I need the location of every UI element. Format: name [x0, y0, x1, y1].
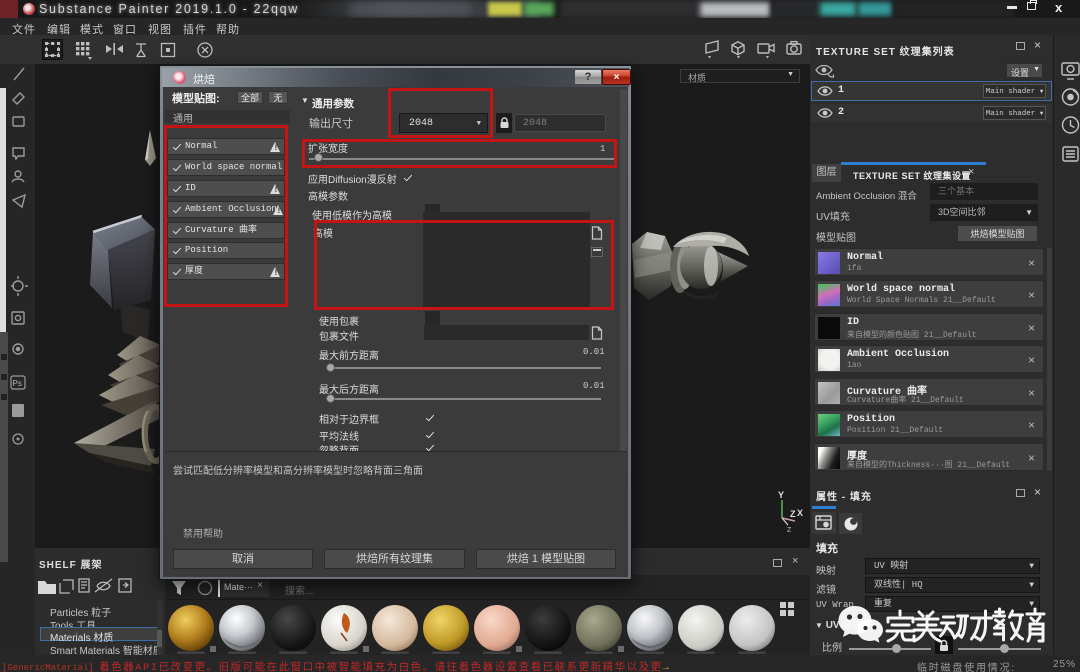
svg-text:X: X: [797, 508, 803, 518]
svg-text:Z: Z: [790, 509, 796, 519]
svg-text:Y: Y: [778, 490, 784, 500]
svg-text:Ps: Ps: [13, 379, 22, 388]
svg-text:Z: Z: [787, 527, 792, 534]
